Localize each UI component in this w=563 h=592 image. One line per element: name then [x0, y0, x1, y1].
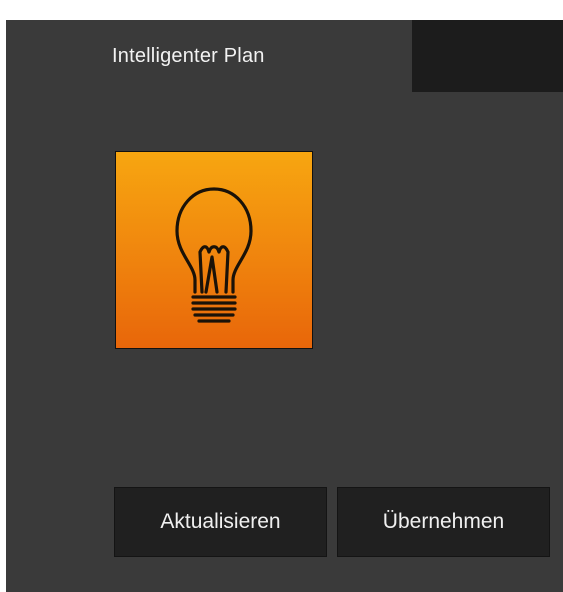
tab-strip: Intelligenter Plan	[6, 20, 563, 92]
smart-plan-tile[interactable]	[115, 151, 313, 349]
tab-intelligent-plan[interactable]: Intelligenter Plan	[6, 20, 412, 92]
smart-plan-panel: Intelligenter Plan Aktualisieren Überneh…	[6, 20, 563, 592]
tab-label: Intelligenter Plan	[112, 45, 265, 67]
lightbulb-icon	[175, 187, 253, 323]
apply-button[interactable]: Übernehmen	[337, 487, 550, 557]
window: Intelligenter Plan Aktualisieren Überneh…	[0, 0, 563, 592]
tab-content: Aktualisieren Übernehmen	[6, 92, 563, 592]
refresh-button[interactable]: Aktualisieren	[114, 487, 327, 557]
